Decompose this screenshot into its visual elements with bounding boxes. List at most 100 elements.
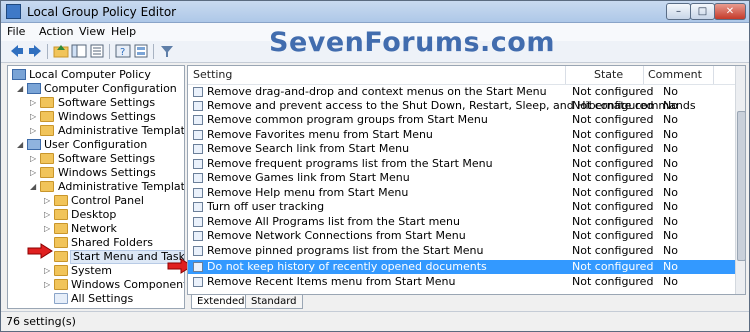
- up-folder-icon[interactable]: [53, 43, 69, 59]
- table-row[interactable]: Remove Favorites menu from Start Menu Not…: [188, 128, 735, 142]
- table-row[interactable]: Remove All Programs list from the Start …: [188, 215, 735, 229]
- table-row[interactable]: Turn off user tracking Not configured No: [188, 200, 735, 214]
- expand-arrow-icon[interactable]: ▷: [44, 194, 53, 208]
- policy-setting-icon: [193, 231, 203, 241]
- help-icon[interactable]: ?: [115, 43, 131, 59]
- expand-arrow-icon[interactable]: ▷: [44, 278, 53, 292]
- table-row[interactable]: Remove common program groups from Start …: [188, 113, 735, 127]
- row-state: Not configured: [572, 229, 654, 242]
- column-header-state[interactable]: State: [566, 66, 644, 84]
- settings-icon: [54, 293, 68, 304]
- filter-icon[interactable]: [159, 43, 175, 59]
- export-list-icon[interactable]: [89, 43, 105, 59]
- menu-help[interactable]: Help: [111, 25, 136, 38]
- column-header-setting[interactable]: Setting: [188, 66, 566, 84]
- computer-icon: [27, 83, 41, 94]
- collapse-arrow-icon[interactable]: ◢: [17, 82, 26, 96]
- tree-item-user-configuration[interactable]: ◢ User Configuration: [8, 138, 184, 152]
- scrollbar-thumb[interactable]: [737, 111, 745, 261]
- tree-item-computer-configuration[interactable]: ◢ Computer Configuration: [8, 82, 184, 96]
- policy-setting-icon: [193, 130, 203, 140]
- tree-item-windows-components[interactable]: ▷ Windows Components: [8, 278, 184, 292]
- row-state: Not configured: [572, 275, 654, 288]
- row-comment: No: [663, 128, 678, 141]
- maximize-button[interactable]: □: [690, 3, 715, 20]
- tree-item-network[interactable]: ▷ Network: [8, 222, 184, 236]
- row-state: Not configured: [572, 260, 654, 273]
- policy-setting-icon: [193, 144, 203, 154]
- menu-action[interactable]: Action: [39, 25, 73, 38]
- close-button[interactable]: ✕: [714, 3, 746, 20]
- forward-icon[interactable]: [27, 43, 43, 59]
- tree-item-cc-windows-settings[interactable]: ▷ Windows Settings: [8, 110, 184, 124]
- table-row[interactable]: Remove and prevent access to the Shut Do…: [188, 99, 735, 113]
- tree-label: User Configuration: [44, 138, 148, 151]
- table-row[interactable]: Remove pinned programs list from the Sta…: [188, 244, 735, 258]
- tree-item-all-settings[interactable]: All Settings: [8, 292, 184, 306]
- collapse-arrow-icon[interactable]: ◢: [30, 180, 39, 194]
- row-state: Not configured: [572, 113, 654, 126]
- tree-item-uc-software-settings[interactable]: ▷ Software Settings: [8, 152, 184, 166]
- row-setting: Remove frequent programs list from the S…: [207, 157, 493, 170]
- toolbar-separator: [47, 44, 48, 59]
- tree-item-control-panel[interactable]: ▷ Control Panel: [8, 194, 184, 208]
- expand-arrow-icon[interactable]: ▷: [30, 124, 39, 138]
- tree-item-desktop[interactable]: ▷ Desktop: [8, 208, 184, 222]
- row-state: Not configured: [572, 142, 654, 155]
- show-hide-tree-icon[interactable]: [71, 43, 87, 59]
- tree-item-cc-software-settings[interactable]: ▷ Software Settings: [8, 96, 184, 110]
- tab-standard[interactable]: Standard: [245, 295, 303, 309]
- tree-item-cc-administrative-templates[interactable]: ▷ Administrative Templates: [8, 124, 184, 138]
- column-header-comment[interactable]: Comment: [644, 66, 714, 84]
- expand-arrow-icon[interactable]: ▷: [30, 96, 39, 110]
- menu-view[interactable]: View: [79, 25, 105, 38]
- row-setting: Turn off user tracking: [207, 200, 325, 213]
- tab-extended[interactable]: Extended: [191, 295, 251, 309]
- table-row-selected[interactable]: Do not keep history of recently opened d…: [188, 260, 735, 274]
- expand-arrow-icon[interactable]: ▷: [44, 222, 53, 236]
- tree-item-uc-windows-settings[interactable]: ▷ Windows Settings: [8, 166, 184, 180]
- title-bar[interactable]: Local Group Policy Editor – □ ✕: [1, 1, 749, 23]
- table-row[interactable]: Remove Games link from Start Menu Not con…: [188, 171, 735, 185]
- tree-item-local-computer-policy[interactable]: Local Computer Policy: [8, 68, 184, 82]
- folder-icon: [54, 195, 68, 206]
- toolbar-separator: [153, 44, 154, 59]
- row-setting: Remove drag-and-drop and context menus o…: [207, 85, 547, 98]
- tree-item-system[interactable]: ▷ System: [8, 264, 184, 278]
- expand-arrow-icon[interactable]: ▷: [30, 152, 39, 166]
- window-title: Local Group Policy Editor: [27, 5, 177, 19]
- menu-file[interactable]: File: [7, 25, 25, 38]
- table-row[interactable]: Remove Search link from Start Menu Not co…: [188, 142, 735, 156]
- expand-arrow-icon[interactable]: ▷: [30, 110, 39, 124]
- table-row[interactable]: Remove Recent Items menu from Start Menu…: [188, 275, 735, 289]
- expand-arrow-icon[interactable]: ▷: [44, 208, 53, 222]
- table-row[interactable]: Remove frequent programs list from the S…: [188, 157, 735, 171]
- properties-icon[interactable]: [133, 43, 149, 59]
- tree-label: Local Computer Policy: [29, 68, 151, 81]
- row-state: Not configured: [572, 244, 654, 257]
- table-row[interactable]: Remove Help menu from Start Menu Not conf…: [188, 186, 735, 200]
- row-state: Not configured: [572, 128, 654, 141]
- annotation-arrow-icon: [27, 243, 53, 259]
- table-row[interactable]: Remove drag-and-drop and context menus o…: [188, 85, 735, 99]
- vertical-scrollbar[interactable]: [735, 66, 745, 294]
- row-comment: No: [663, 275, 678, 288]
- policy-setting-icon: [193, 188, 203, 198]
- expand-arrow-icon[interactable]: ▷: [44, 264, 53, 278]
- policy-setting-icon: [193, 262, 203, 272]
- settings-count: 76 setting(s): [6, 315, 76, 328]
- open-folder-icon: [54, 251, 68, 262]
- row-comment: No: [663, 229, 678, 242]
- table-row[interactable]: Remove Network Connections from Start Me…: [188, 229, 735, 243]
- row-setting: Remove Help menu from Start Menu: [207, 186, 409, 199]
- row-state: Not configured: [572, 215, 654, 228]
- policy-setting-icon: [193, 277, 203, 287]
- tree-label: Windows Settings: [58, 110, 156, 123]
- tree-item-uc-administrative-templates[interactable]: ◢ Administrative Templates: [8, 180, 184, 194]
- back-icon[interactable]: [9, 43, 25, 59]
- expand-arrow-icon[interactable]: ▷: [30, 166, 39, 180]
- watermark: SevenForums.com: [269, 27, 555, 58]
- minimize-button[interactable]: –: [666, 3, 691, 20]
- collapse-arrow-icon[interactable]: ◢: [17, 138, 26, 152]
- folder-icon: [40, 153, 54, 164]
